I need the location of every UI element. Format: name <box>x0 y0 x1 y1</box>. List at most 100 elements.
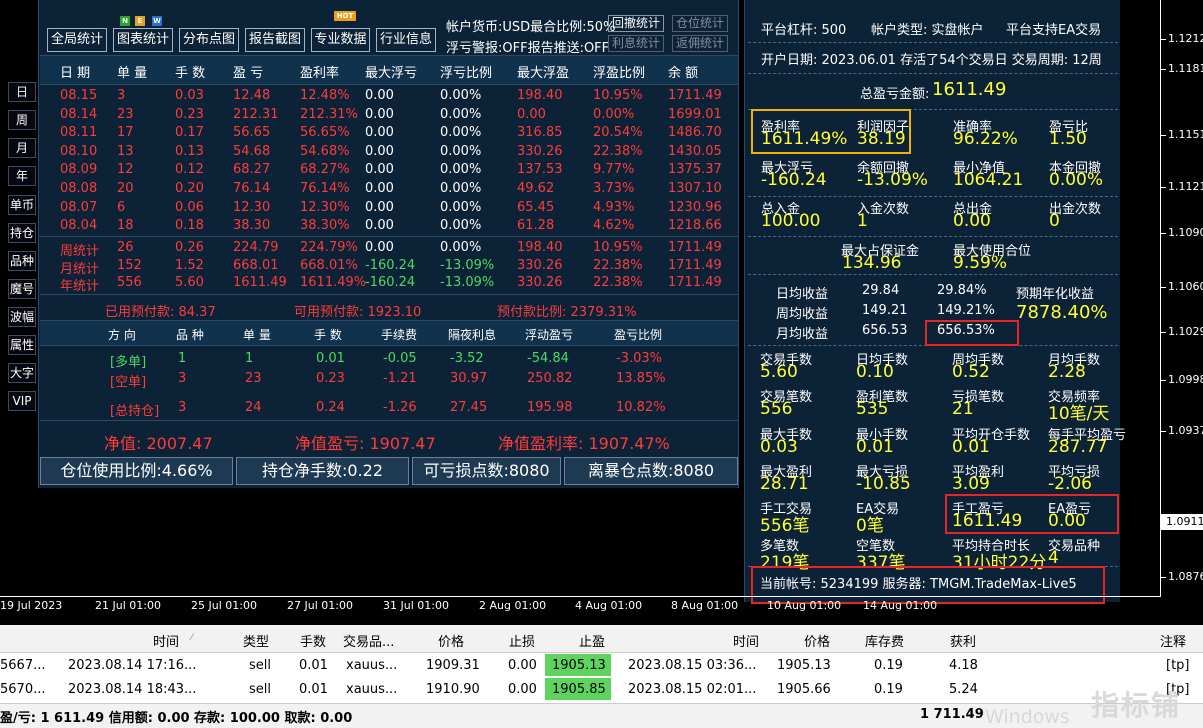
stats-cell-2: 0.23 <box>175 106 204 122</box>
side-button-2[interactable]: 月 <box>8 138 36 158</box>
stats-header-0: 日 期 <box>60 66 91 81</box>
trade-header-7[interactable]: 时间 <box>733 631 759 650</box>
price-axis-tick <box>1161 380 1166 381</box>
stats-cell-9: 1711.49 <box>668 88 722 103</box>
table-row: [总持仓] 3 24 0.24 -1.26 27.45 195.98 10.82% <box>40 400 740 419</box>
side-button-0[interactable]: 日 <box>8 82 36 102</box>
metric-value-4: -160.24 <box>761 170 827 190</box>
position-cell-0: [空单] <box>110 375 147 390</box>
sort-icon[interactable]: ⁄ <box>191 633 193 643</box>
price-axis-label: 1.1181 <box>1168 62 1203 75</box>
trade-header-11[interactable]: 注释 <box>1160 631 1186 650</box>
side-button-3[interactable]: 年 <box>8 166 36 186</box>
stats-cell-4: 38.30% <box>300 218 350 234</box>
stats-cell-6: 0.00% <box>440 162 482 178</box>
stats-cell-2: 0.18 <box>175 218 204 234</box>
table-row[interactable]: 5667... 2023.08.14 17:16... sell 0.01 xauus.… <box>0 654 1203 678</box>
prepay-used: 已用预付款: 84.37 <box>105 305 216 320</box>
trade-header-0[interactable]: 时间 <box>153 631 179 650</box>
toolbar-button-4[interactable]: 专业数据 <box>311 28 370 52</box>
daily-amount: 29.84 <box>862 283 900 298</box>
side-button-1[interactable]: 周 <box>8 110 36 130</box>
side-button-5[interactable]: 持仓 <box>8 223 36 243</box>
stats-cell-6: 0.00% <box>440 240 482 255</box>
trade-header-8[interactable]: 价格 <box>804 631 830 650</box>
metric-value-5: -13.09% <box>857 170 928 190</box>
side-button-6[interactable]: 品种 <box>8 251 36 271</box>
stats-cell-5: -160.24 <box>365 257 416 273</box>
side-button-4[interactable]: 单币 <box>8 195 36 215</box>
rebate-stats-button[interactable]: 返佣统计 <box>672 35 728 52</box>
price-axis-label: 1.1060 <box>1168 280 1203 293</box>
grid-value-4: 556 <box>760 399 793 419</box>
side-button-11[interactable]: VIP <box>8 391 36 411</box>
stats-cell-5: 0.00 <box>365 199 394 215</box>
trade-cell-0: 5670... <box>0 682 46 697</box>
stats-cell-9: 1230.96 <box>668 199 722 215</box>
side-button-8[interactable]: 波幅 <box>8 307 36 327</box>
stats-cell-0: 周统计 <box>60 244 100 259</box>
trade-cell-3: 0.01 <box>299 682 328 697</box>
grid-value-1: 0.10 <box>856 362 894 382</box>
side-button-10[interactable]: 大字 <box>8 363 36 383</box>
toolbar-button-2[interactable]: 分布点图 <box>179 28 239 52</box>
interest-stats-button[interactable]: 利息统计 <box>608 35 664 52</box>
positions-header-0: 方 向 <box>108 328 136 342</box>
account-type: 帐户类型: 实盘帐户 <box>871 23 984 38</box>
table-row: 08.04 18 0.18 38.30 38.30% 0.00 0.00% 61.28 4.62… <box>40 218 740 236</box>
table-row[interactable]: 5670... 2023.08.14 18:43... sell 0.01 xauus.… <box>0 678 1203 702</box>
grid-value-11: 287.77 <box>1048 437 1108 457</box>
stats-cell-7: 198.40 <box>517 240 563 255</box>
toolbar-button-5[interactable]: 行业信息 <box>376 28 436 52</box>
trade-header-4[interactable]: 价格 <box>438 631 464 650</box>
position-cell-3: 0.01 <box>316 351 345 366</box>
table-row: 年统计 556 5.60 1611.49 1611.49% -160.24 -13.09% 3… <box>40 275 740 294</box>
stats-cell-1: 13 <box>117 143 134 159</box>
positions-header-6: 浮动盈亏 <box>525 328 574 342</box>
toolbar-button-0[interactable]: 全局统计 <box>47 28 107 52</box>
ea-support: 平台支持EA交易 <box>1006 23 1102 38</box>
stats-cell-4: 12.30% <box>300 199 350 215</box>
trade-cell-3: 0.01 <box>299 658 328 673</box>
net-lots: 持仓净手数:0.22 <box>236 457 409 485</box>
trade-header-9[interactable]: 库存费 <box>865 631 904 650</box>
side-button-9[interactable]: 属性 <box>8 335 36 355</box>
trade-header-6[interactable]: 止盈 <box>579 631 605 650</box>
withdraw-stats-button[interactable]: 回撤统计 <box>608 15 664 32</box>
toolbar-button-3[interactable]: 报告截图 <box>245 28 305 52</box>
trade-header-3[interactable]: 交易品... <box>343 631 394 650</box>
position-stats-button[interactable]: 仓位统计 <box>672 15 728 32</box>
grid-value-9: 0.01 <box>856 437 894 457</box>
metric-value-6: 1064.21 <box>953 170 1024 190</box>
position-cell-7: 10.82% <box>616 400 666 415</box>
stats-cell-8: 0.00% <box>593 106 635 122</box>
loss-points: 可亏损点数:8080 <box>412 457 561 485</box>
stats-cell-1: 18 <box>117 218 134 234</box>
daily-rate: 29.84% <box>937 283 987 298</box>
trade-header-1[interactable]: 类型 <box>243 631 269 650</box>
time-axis-label: 21 Jul 01:00 <box>95 599 161 612</box>
grid-value-10: 0.01 <box>952 437 990 457</box>
positions-header-4: 手续费 <box>381 328 418 342</box>
stats-cell-9: 1699.01 <box>668 106 722 122</box>
stats-cell-7: 198.40 <box>517 88 563 103</box>
stats-cell-4: 76.14% <box>300 181 350 196</box>
side-button-7[interactable]: 魔号 <box>8 279 36 299</box>
daily-label: 日均收益 <box>776 287 829 302</box>
position-cell-1: 3 <box>178 371 187 386</box>
trade-header-5[interactable]: 止损 <box>509 631 535 650</box>
monthly-label: 月均收益 <box>776 327 829 342</box>
stats-cell-1: 12 <box>117 162 134 178</box>
time-axis-label: 10 Aug 01:00 <box>767 599 842 612</box>
trade-header-10[interactable]: 获利 <box>950 631 976 650</box>
trade-cell-6: 0.00 <box>508 658 537 673</box>
price-axis-tick <box>1161 135 1166 136</box>
toolbar-button-1[interactable]: 图表统计 <box>113 28 173 52</box>
stats-header-3: 盈 亏 <box>233 66 264 81</box>
weekly-rate: 149.21% <box>937 303 995 318</box>
highlight-box-monthly <box>925 320 1019 346</box>
prepay-ratio: 预付款比例: 2379.31% <box>497 305 637 320</box>
trade-cell-9: 1905.66 <box>777 682 831 697</box>
new-badge-n: N <box>120 16 130 26</box>
trade-header-2[interactable]: 手数 <box>300 631 326 650</box>
